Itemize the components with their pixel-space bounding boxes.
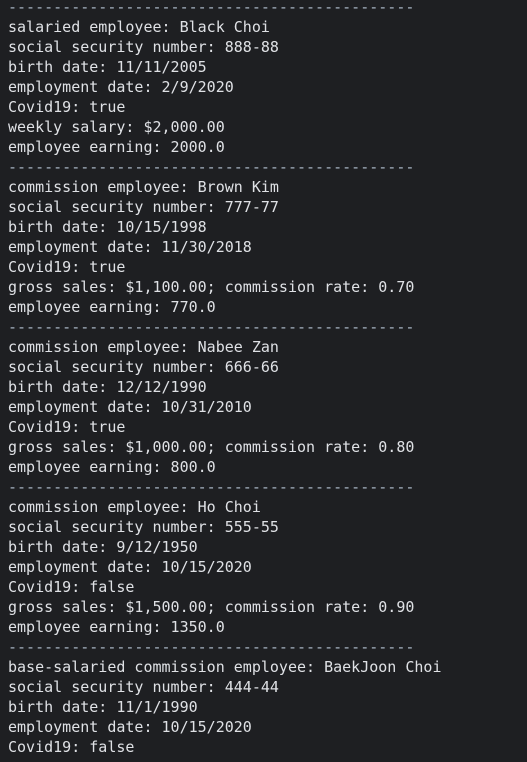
employee-earning-line: employee earning: 1350.0	[8, 618, 225, 636]
employee-earning-line: employee earning: 2000.0	[8, 138, 225, 156]
covid19-line: Covid19: true	[8, 98, 126, 116]
employee-earning-line: employee earning: 800.0	[8, 458, 216, 476]
employee-earning-line: employee earning: 770.0	[8, 298, 216, 316]
ssn-line: social security number: 777-77	[8, 198, 279, 216]
separator-line: ----------------------------------------…	[8, 158, 415, 176]
employee-type-name: commission employee: Nabee Zan	[8, 338, 279, 356]
separator-line: ----------------------------------------…	[8, 318, 415, 336]
covid19-line: Covid19: true	[8, 418, 126, 436]
weekly-salary-line: weekly salary: $2,000.00	[8, 118, 225, 136]
employment-date-line: employment date: 10/15/2020	[8, 718, 252, 736]
employment-date-line: employment date: 10/15/2020	[8, 558, 252, 576]
employee-type-name: base-salaried commission employee: BaekJ…	[8, 658, 442, 676]
birth-date-line: birth date: 11/11/2005	[8, 58, 207, 76]
ssn-line: social security number: 555-55	[8, 518, 279, 536]
employment-date-line: employment date: 2/9/2020	[8, 78, 234, 96]
gross-sales-line: gross sales: $1,000.00; commission rate:…	[8, 438, 415, 456]
covid19-line: Covid19: false	[8, 738, 135, 756]
birth-date-line: birth date: 12/12/1990	[8, 378, 207, 396]
employee-type-name: commission employee: Brown Kim	[8, 178, 279, 196]
employment-date-line: employment date: 10/31/2010	[8, 398, 252, 416]
employee-type-name: salaried employee: Black Choi	[8, 18, 270, 36]
console-output: ----------------------------------------…	[8, 0, 523, 757]
employment-date-line: employment date: 11/30/2018	[8, 238, 252, 256]
birth-date-line: birth date: 11/1/1990	[8, 698, 198, 716]
employee-type-name: commission employee: Ho Choi	[8, 498, 261, 516]
birth-date-line: birth date: 9/12/1950	[8, 538, 198, 556]
separator-line: ----------------------------------------…	[8, 0, 415, 16]
covid19-line: Covid19: false	[8, 578, 135, 596]
covid19-line: Covid19: true	[8, 258, 126, 276]
gross-sales-line: gross sales: $1,500.00; commission rate:…	[8, 598, 415, 616]
ssn-line: social security number: 444-44	[8, 678, 279, 696]
separator-line: ----------------------------------------…	[8, 478, 415, 496]
gross-sales-line: gross sales: $1,100.00; commission rate:…	[8, 278, 415, 296]
ssn-line: social security number: 666-66	[8, 358, 279, 376]
separator-line: ----------------------------------------…	[8, 638, 415, 656]
birth-date-line: birth date: 10/15/1998	[8, 218, 207, 236]
ssn-line: social security number: 888-88	[8, 38, 279, 56]
